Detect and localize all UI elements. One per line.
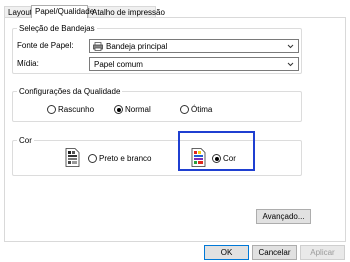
advanced-button[interactable]: Avançado...: [256, 209, 311, 224]
normal-label[interactable]: Normal: [125, 104, 151, 115]
black-and-white-radio[interactable]: [88, 154, 97, 163]
draft-label[interactable]: Rascunho: [58, 104, 94, 115]
tab-panel: Seleção de Bandejas Fonte de Papel: Band…: [4, 17, 346, 242]
color-label[interactable]: Cor: [223, 153, 236, 164]
color-group-title: Cor: [17, 135, 34, 146]
paper-source-label: Fonte de Papel:: [17, 41, 74, 50]
grayscale-document-icon: [65, 148, 80, 167]
draft-radio[interactable]: [47, 105, 56, 114]
color-radio[interactable]: [212, 154, 221, 163]
best-radio[interactable]: [180, 105, 189, 114]
tab-paper-quality[interactable]: Papel/Qualidade: [31, 5, 94, 18]
black-and-white-label[interactable]: Preto e branco: [99, 153, 151, 164]
printer-icon: [93, 42, 103, 51]
cancel-button[interactable]: Cancelar: [252, 245, 297, 260]
tray-selection-group: Seleção de Bandejas Fonte de Papel: Band…: [12, 23, 302, 74]
media-label: Mídia:: [17, 59, 39, 68]
apply-button[interactable]: Aplicar: [300, 245, 345, 260]
chevron-down-icon: [287, 62, 294, 67]
media-select[interactable]: Papel comum: [89, 57, 299, 71]
media-value: Papel comum: [94, 60, 143, 69]
color-group: Cor Preto e branco Cor: [12, 131, 302, 176]
ok-button[interactable]: OK: [204, 245, 249, 260]
chevron-down-icon: [287, 44, 294, 49]
tray-selection-title: Seleção de Bandejas: [17, 23, 97, 34]
color-document-icon: [191, 148, 206, 167]
color-option-focus-box: [178, 131, 255, 171]
normal-radio[interactable]: [114, 105, 123, 114]
paper-source-value: Bandeja principal: [106, 42, 168, 51]
quality-settings-title: Configurações da Qualidade: [17, 86, 123, 97]
tab-paper-quality-label: Papel/Qualidade: [35, 7, 95, 16]
paper-source-select[interactable]: Bandeja principal: [89, 39, 299, 53]
tab-layout-label: Layout: [8, 8, 33, 17]
tab-print-shortcut-label: Atalho de impressão: [92, 8, 165, 17]
best-label[interactable]: Ótima: [191, 104, 212, 115]
quality-settings-group: Configurações da Qualidade Rascunho Norm…: [12, 86, 302, 122]
